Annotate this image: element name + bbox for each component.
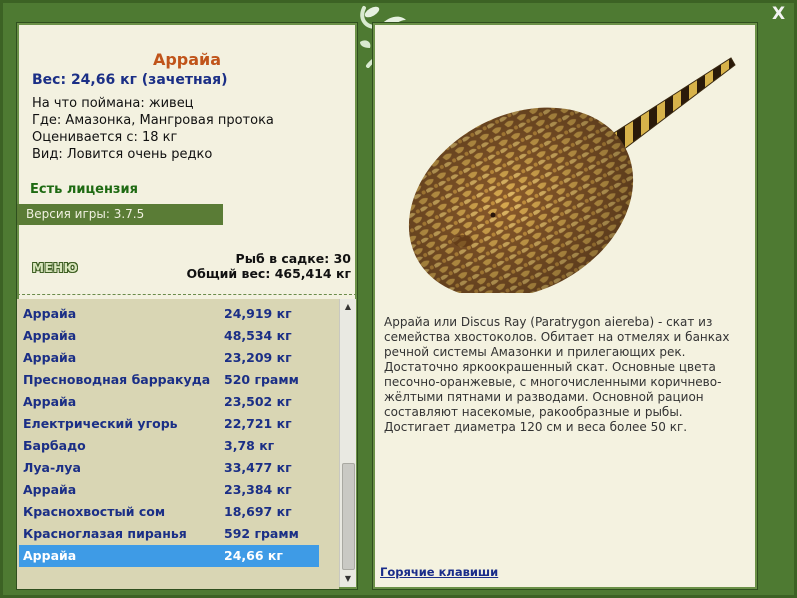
info-min-weight: Оценивается с: 18 кг: [32, 130, 178, 145]
catch-weight: 3,78 кг: [224, 438, 275, 453]
catch-weight: 22,721 кг: [224, 416, 292, 431]
list-item[interactable]: Краснохвостый сом 18,697 кг: [19, 501, 319, 523]
list-item[interactable]: Аррайа 23,502 кг: [19, 391, 319, 413]
list-item[interactable]: Електрический угорь 22,721 кг: [19, 413, 319, 435]
catch-name: Електрический угорь: [23, 416, 178, 431]
catch-name: Аррайа: [23, 350, 77, 365]
catch-weight: 48,534 кг: [224, 328, 292, 343]
catch-name: Барбадо: [23, 438, 86, 453]
catch-name: Аррайа: [23, 328, 77, 343]
catch-name: Пресноводная барракуда: [23, 372, 211, 387]
info-rarity: Вид: Ловится очень редко: [32, 147, 213, 162]
catch-weight: 23,502 кг: [224, 394, 292, 409]
keepnet-stats: Рыб в садке: 30 Общий вес: 465,414 кг: [187, 251, 352, 281]
catch-panel: Аррайа Вес: 24,66 кг (зачетная) На что п…: [16, 22, 358, 590]
list-item[interactable]: Аррайа 24,919 кг: [19, 303, 319, 325]
list-item[interactable]: Луа-луа 33,477 кг: [19, 457, 319, 479]
catch-name: Аррайа: [23, 394, 77, 409]
close-button[interactable]: X: [772, 4, 785, 24]
scroll-thumb[interactable]: [342, 463, 355, 570]
fish-info: На что поймана: живец Где: Амазонка, Ман…: [32, 95, 274, 163]
divider: [17, 294, 357, 295]
list-item[interactable]: Аррайа 23,209 кг: [19, 347, 319, 369]
stingray-image: [408, 57, 736, 293]
scroll-down-icon[interactable]: ▼: [340, 571, 356, 587]
catch-weight: 24,66 кг: [224, 548, 283, 563]
info-bait: На что поймана: живец: [32, 96, 194, 111]
catch-name: Аррайа: [23, 482, 77, 497]
menu-button[interactable]: МЕНЮ: [32, 261, 78, 275]
catch-weight: 23,384 кг: [224, 482, 292, 497]
list-item[interactable]: Пресноводная барракуда 520 грамм: [19, 369, 319, 391]
fish-description: Аррайа или Discus Ray (Paratrygon aiereb…: [384, 315, 730, 434]
version-bar: Версия игры: 3.7.5: [17, 204, 223, 225]
catch-weight: 592 грамм: [224, 526, 299, 541]
license-status: Есть лицензия: [30, 182, 138, 197]
fish-title: Аррайа: [152, 50, 222, 69]
catch-weight: 520 грамм: [224, 372, 299, 387]
catch-name: Красноглазая пиранья: [23, 526, 187, 541]
hotkeys-link[interactable]: Горячие клавиши: [380, 565, 498, 579]
catch-name: Аррайа: [23, 548, 77, 563]
catch-name: Краснохвостый сом: [23, 504, 166, 519]
catch-weight: 23,209 кг: [224, 350, 292, 365]
fish-count: Рыб в садке: 30: [235, 251, 351, 266]
catch-weight: 18,697 кг: [224, 504, 292, 519]
list-scrollbar[interactable]: ▲ ▼: [339, 299, 356, 587]
list-item[interactable]: Аррайа 23,384 кг: [19, 479, 319, 501]
catch-name: Аррайа: [23, 306, 77, 321]
info-location: Где: Амазонка, Мангровая протока: [32, 113, 274, 128]
scroll-up-icon[interactable]: ▲: [340, 299, 356, 315]
list-item[interactable]: Барбадо 3,78 кг: [19, 435, 319, 457]
catch-name: Луа-луа: [23, 460, 81, 475]
catch-weight: 33,477 кг: [224, 460, 292, 475]
total-weight: Общий вес: 465,414 кг: [186, 266, 352, 281]
fish-detail-panel: Аррайа или Discus Ray (Paratrygon aiereb…: [372, 22, 758, 590]
catch-weight: 24,919 кг: [224, 306, 292, 321]
fish-weight: Вес: 24,66 кг (зачетная): [32, 72, 228, 88]
list-item[interactable]: Аррайа 48,534 кг: [19, 325, 319, 347]
catch-list: Аррайа 24,919 кг Аррайа 48,534 кг Аррайа 23…: [17, 299, 339, 589]
list-item[interactable]: Красноглазая пиранья 592 грамм: [19, 523, 319, 545]
list-item-selected[interactable]: Аррайа 24,66 кг: [19, 545, 319, 567]
